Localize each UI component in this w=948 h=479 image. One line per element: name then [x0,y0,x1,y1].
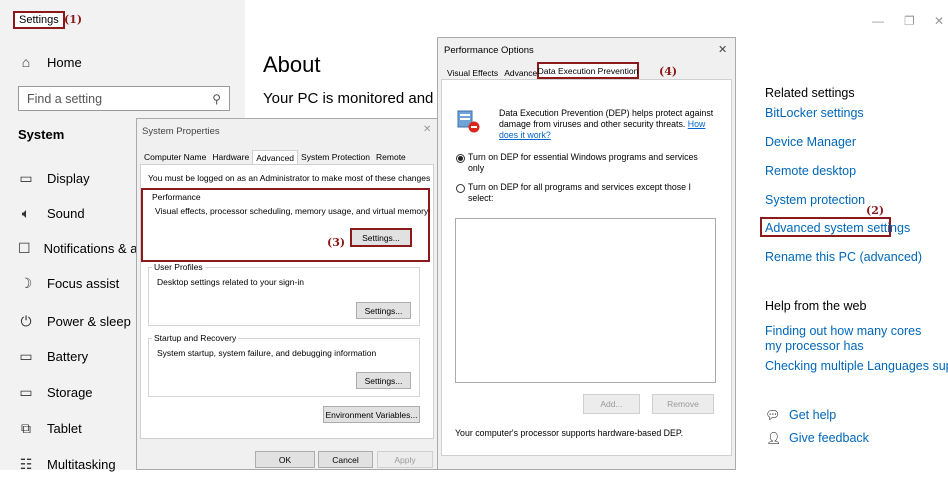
nav-focus-assist-label: Focus assist [47,275,120,291]
link-cores[interactable]: Finding out how many cores my processor … [765,324,935,354]
annotation-4: (4) [659,65,678,78]
nav-battery[interactable]: ▭ Battery [18,341,88,371]
dep-description-text: Data Execution Prevention (DEP) helps pr… [499,108,714,129]
performance-description: Visual effects, processor scheduling, me… [155,206,429,216]
section-label: System [18,127,65,142]
nav-sound[interactable]: 🔈︎ Sound [18,198,85,228]
power-icon: ⏻ [20,312,32,329]
nav-notifications-label: Notifications & actio [43,240,136,256]
user-profiles-title: User Profiles [152,262,205,272]
nav-display-label: Display [47,170,90,186]
link-get-help[interactable]: Get help [789,408,836,422]
nav-home-label: Home [47,54,82,70]
tab-hardware[interactable]: Hardware [209,150,252,165]
dep-description: Data Execution Prevention (DEP) helps pr… [499,108,717,141]
tab-advanced[interactable]: Advanced [252,150,299,165]
startup-recovery-settings-button[interactable]: Settings... [356,372,411,389]
tablet-icon: ⧉ [21,419,31,436]
settings-window-tab: Settings [13,11,65,29]
tab-data-execution-prevention[interactable]: Data Execution Prevention [537,62,639,79]
link-languages[interactable]: Checking multiple Languages support [765,359,948,373]
admin-note: You must be logged on as an Administrato… [148,173,431,183]
battery-icon: ▭ [19,347,33,364]
speaker-icon: 🔈︎ [21,204,31,221]
moon-icon: ☽ [19,274,33,291]
nav-storage-label: Storage [47,384,93,400]
tab-computer-name[interactable]: Computer Name [141,150,209,165]
performance-settings-button[interactable]: Settings... [350,228,412,247]
system-properties-close-icon[interactable]: ✕ [423,124,431,135]
link-give-feedback[interactable]: Give feedback [789,431,869,445]
related-settings-heading: Related settings [765,86,855,100]
link-rename-pc[interactable]: Rename this PC (advanced) [765,250,922,264]
annotation-1: (1) [64,13,83,26]
tab-system-protection[interactable]: System Protection [298,150,373,165]
search-icon: ⚲ [212,91,221,106]
notification-icon: ☐ [18,239,31,256]
system-properties-tabs: Computer Name Hardware Advanced System P… [141,150,409,165]
nav-sound-label: Sound [47,205,85,221]
close-icon[interactable]: ✕ [934,14,944,28]
minimize-icon[interactable]: — [872,14,884,28]
dep-footer-text: Your computer's processor supports hardw… [455,428,684,438]
dep-option1-label[interactable]: Turn on DEP for essential Windows progra… [468,152,714,174]
nav-power-sleep-label: Power & sleep [47,313,131,329]
nav-tablet[interactable]: ⧉ Tablet [18,413,82,443]
environment-variables-button[interactable]: Environment Variables... [323,406,420,423]
user-profiles-description: Desktop settings related to your sign-in [157,277,304,287]
link-system-protection[interactable]: System protection [765,193,865,207]
dep-exceptions-list[interactable] [455,218,716,383]
nav-focus-assist[interactable]: ☽ Focus assist [18,268,120,298]
dep-option1-radio[interactable] [456,154,465,163]
link-remote-desktop[interactable]: Remote desktop [765,164,856,178]
tab-visual-effects[interactable]: Visual Effects [444,66,501,80]
link-device-manager[interactable]: Device Manager [765,135,856,149]
nav-display[interactable]: ▭ Display [18,163,90,193]
help-heading: Help from the web [765,299,867,313]
performance-options-title: Performance Options [444,45,534,56]
link-bitlocker[interactable]: BitLocker settings [765,106,864,120]
system-properties-title: System Properties [142,126,220,137]
search-placeholder: Find a setting [27,91,103,106]
add-button[interactable]: Add... [583,394,640,414]
dep-option2-label[interactable]: Turn on DEP for all programs and service… [468,182,714,204]
cancel-button[interactable]: Cancel [318,451,373,468]
link-advanced-system-settings[interactable]: Advanced system settings [765,221,910,235]
startup-recovery-title: Startup and Recovery [152,333,239,343]
apply-button[interactable]: Apply [377,451,433,468]
page-title: About [263,52,321,77]
nav-storage[interactable]: ▭ Storage [18,377,93,407]
nav-multitasking[interactable]: ☷ Multitasking [18,449,116,479]
maximize-icon[interactable]: ❐ [904,14,915,28]
tab-remote[interactable]: Remote [373,150,409,165]
nav-tablet-label: Tablet [47,420,82,436]
nav-notifications[interactable]: ☐ Notifications & actio [18,233,136,263]
storage-icon: ▭ [19,383,33,400]
remove-button[interactable]: Remove [652,394,714,414]
user-profiles-settings-button[interactable]: Settings... [356,302,411,319]
ok-button[interactable]: OK [255,451,315,468]
startup-recovery-description: System startup, system failure, and debu… [157,348,377,358]
page-text: Your PC is monitored and p [263,90,443,107]
dep-option2-radio[interactable] [456,184,465,193]
radio-selected-dot [458,156,463,161]
nav-multitasking-label: Multitasking [47,456,116,472]
monitor-icon: ▭ [19,169,33,186]
annotation-2: (2) [866,204,885,217]
nav-home[interactable]: ⌂ Home [18,47,82,77]
search-input[interactable]: Find a setting ⚲ [18,86,230,111]
dep-shield-icon [456,108,482,134]
performance-group-title: Performance [150,192,203,202]
performance-options-close-icon[interactable]: ✕ [718,43,727,56]
get-help-icon: 💬︎ [765,408,781,422]
nav-power-sleep[interactable]: ⏻ Power & sleep [18,306,131,336]
annotation-3: (3) [327,236,346,249]
performance-options-tabs: Visual Effects Advanced [444,66,545,80]
home-icon: ⌂ [21,54,31,70]
feedback-icon: 👤︎ [766,431,782,445]
nav-battery-label: Battery [47,348,89,364]
